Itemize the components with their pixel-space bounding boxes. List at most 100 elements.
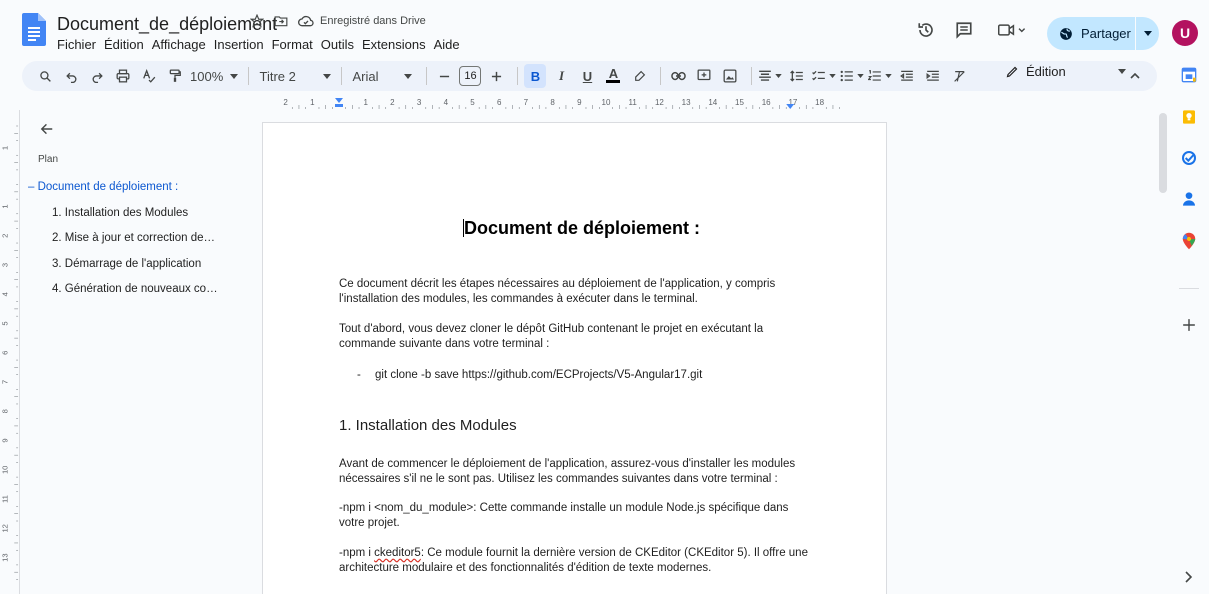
ruler-label: 18 xyxy=(815,98,824,107)
line-spacing-icon[interactable] xyxy=(786,64,808,88)
paragraph-modules[interactable]: Avant de commencer le déploiement de l'a… xyxy=(339,457,814,487)
ruler-label: 15 xyxy=(735,98,744,107)
ruler-label: 9 xyxy=(1,438,10,442)
star-icon[interactable] xyxy=(250,14,264,28)
share-dropdown[interactable] xyxy=(1136,31,1159,36)
text-color-icon[interactable]: A xyxy=(602,64,624,88)
insert-image-icon[interactable] xyxy=(719,64,741,88)
hide-menus-chevron-up-icon[interactable] xyxy=(1130,73,1140,79)
menu-aide[interactable]: Aide xyxy=(430,37,464,52)
calendar-icon[interactable] xyxy=(1180,66,1198,84)
side-panel-divider xyxy=(1179,288,1199,289)
toolbar-divider xyxy=(248,67,250,85)
toolbar-divider xyxy=(660,67,662,85)
undo-icon[interactable] xyxy=(60,64,82,88)
add-comment-icon[interactable] xyxy=(693,64,715,88)
paragraph-npm-module[interactable]: -npm i <nom_du_module>: Cette commande i… xyxy=(339,501,814,531)
left-indent-marker[interactable] xyxy=(335,98,343,107)
ruler-label: 5 xyxy=(470,98,475,107)
tasks-icon[interactable] xyxy=(1180,149,1198,167)
menu-extensions[interactable]: Extensions xyxy=(358,37,430,52)
numbered-list-icon[interactable] xyxy=(868,64,893,88)
cloud-saved-icon[interactable] xyxy=(298,14,314,28)
document-heading[interactable]: Document de déploiement : xyxy=(463,218,700,239)
keep-icon[interactable] xyxy=(1180,108,1198,126)
checklist-icon[interactable] xyxy=(812,64,837,88)
move-folder-icon[interactable] xyxy=(274,14,288,28)
ruler-label: 13 xyxy=(1,553,10,561)
spellcheck-icon[interactable] xyxy=(138,64,160,88)
outline-item-heading[interactable]: – Document de déploiement : xyxy=(22,180,252,206)
menu-edition[interactable]: Édition xyxy=(100,37,148,52)
meet-video-icon[interactable] xyxy=(998,23,1026,37)
share-main[interactable]: Partager xyxy=(1047,17,1135,50)
underline-icon[interactable]: U xyxy=(576,64,598,88)
increase-indent-icon[interactable] xyxy=(922,64,944,88)
maps-icon[interactable] xyxy=(1180,232,1198,250)
paragraph-clone[interactable]: Tout d'abord, vous devez cloner le dépôt… xyxy=(339,322,814,352)
menu-format[interactable]: Format xyxy=(268,37,317,52)
vertical-ruler[interactable]: 112345678910111213 xyxy=(0,110,20,594)
menu-outils[interactable]: Outils xyxy=(317,37,358,52)
avatar[interactable]: U xyxy=(1172,20,1198,46)
toolbar-divider xyxy=(341,67,343,85)
insert-link-icon[interactable] xyxy=(667,64,689,88)
contacts-icon[interactable] xyxy=(1180,190,1198,208)
increase-font-size-button[interactable] xyxy=(485,64,507,88)
save-status: Enregistré dans Drive xyxy=(320,15,426,27)
font-value: Arial xyxy=(352,68,379,84)
outline-item[interactable]: 1. Installation des Modules xyxy=(22,206,252,232)
paragraph-ckeditor[interactable]: -npm i ckeditor5: Ce module fournit la d… xyxy=(339,546,814,576)
outline-item[interactable]: 3. Démarrage de l'application xyxy=(22,257,252,283)
misspelled-word[interactable]: ckeditor5 xyxy=(374,547,421,559)
editing-mode-select[interactable]: Édition xyxy=(1006,64,1126,79)
menu-bar: Fichier Édition Affichage Insertion Form… xyxy=(57,37,464,52)
zoom-value: 100% xyxy=(190,68,224,84)
redo-icon[interactable] xyxy=(86,64,108,88)
italic-icon[interactable]: I xyxy=(550,64,572,88)
menu-insertion[interactable]: Insertion xyxy=(210,37,268,52)
ruler-label: 7 xyxy=(524,98,529,107)
font-select[interactable]: Arial xyxy=(348,64,416,88)
paragraph-intro[interactable]: Ce document décrit les étapes nécessaire… xyxy=(339,277,814,307)
document-page[interactable]: Document de déploiement : Ce document dé… xyxy=(262,122,887,594)
bulleted-list-icon[interactable] xyxy=(840,64,865,88)
bold-icon[interactable]: B xyxy=(524,64,547,88)
paint-format-icon[interactable] xyxy=(164,64,186,88)
bullet-text: git clone -b save https://github.com/ECP… xyxy=(375,369,703,381)
search-menus-icon[interactable] xyxy=(34,64,56,88)
share-button[interactable]: Partager xyxy=(1047,17,1159,50)
ruler-label: 9 xyxy=(577,98,582,107)
highlight-color-icon[interactable] xyxy=(628,64,650,88)
align-icon[interactable] xyxy=(758,64,783,88)
print-icon[interactable] xyxy=(112,64,134,88)
caret-down-icon xyxy=(1117,69,1126,74)
zoom-select[interactable]: 100% xyxy=(190,64,239,88)
ruler-label: 6 xyxy=(1,351,10,355)
clear-formatting-icon[interactable] xyxy=(948,64,970,88)
add-addon-plus-icon[interactable] xyxy=(1180,316,1198,334)
horizontal-ruler[interactable]: 2 1 1 2 3 4 5 6 7 8 9 10 11 12 13 14 15 16 17 18 xyxy=(262,96,887,110)
outline-item[interactable]: 4. Génération de nouveaux composants xyxy=(22,282,220,308)
menu-fichier[interactable]: Fichier xyxy=(57,37,100,52)
bullet-item-git-clone[interactable]: - git clone -b save https://github.com/EC… xyxy=(357,369,702,381)
decrease-font-size-button[interactable] xyxy=(433,64,455,88)
google-docs-logo-icon[interactable] xyxy=(22,13,46,46)
ckeditor-prefix: -npm i xyxy=(339,547,375,559)
comments-icon[interactable] xyxy=(955,21,973,39)
back-arrow-icon[interactable] xyxy=(40,122,54,136)
font-size-input[interactable]: 16 xyxy=(459,66,482,86)
vertical-scrollbar[interactable] xyxy=(1159,113,1167,193)
ruler-label: 4 xyxy=(444,98,449,107)
version-history-icon[interactable] xyxy=(917,21,935,39)
document-title[interactable]: Document_de_déploiement xyxy=(57,14,277,35)
outline-item[interactable]: 2. Mise à jour et correction des dépenda… xyxy=(22,231,220,257)
caret-down-icon xyxy=(775,74,783,78)
section-heading-installation[interactable]: 1. Installation des Modules xyxy=(339,417,517,434)
ruler-label: 14 xyxy=(708,98,717,107)
chevron-right-icon[interactable] xyxy=(1180,568,1198,586)
decrease-indent-icon[interactable] xyxy=(896,64,918,88)
ruler-label: 4 xyxy=(1,292,10,296)
paragraph-style-select[interactable]: Titre 2 xyxy=(255,64,335,88)
menu-affichage[interactable]: Affichage xyxy=(148,37,210,52)
